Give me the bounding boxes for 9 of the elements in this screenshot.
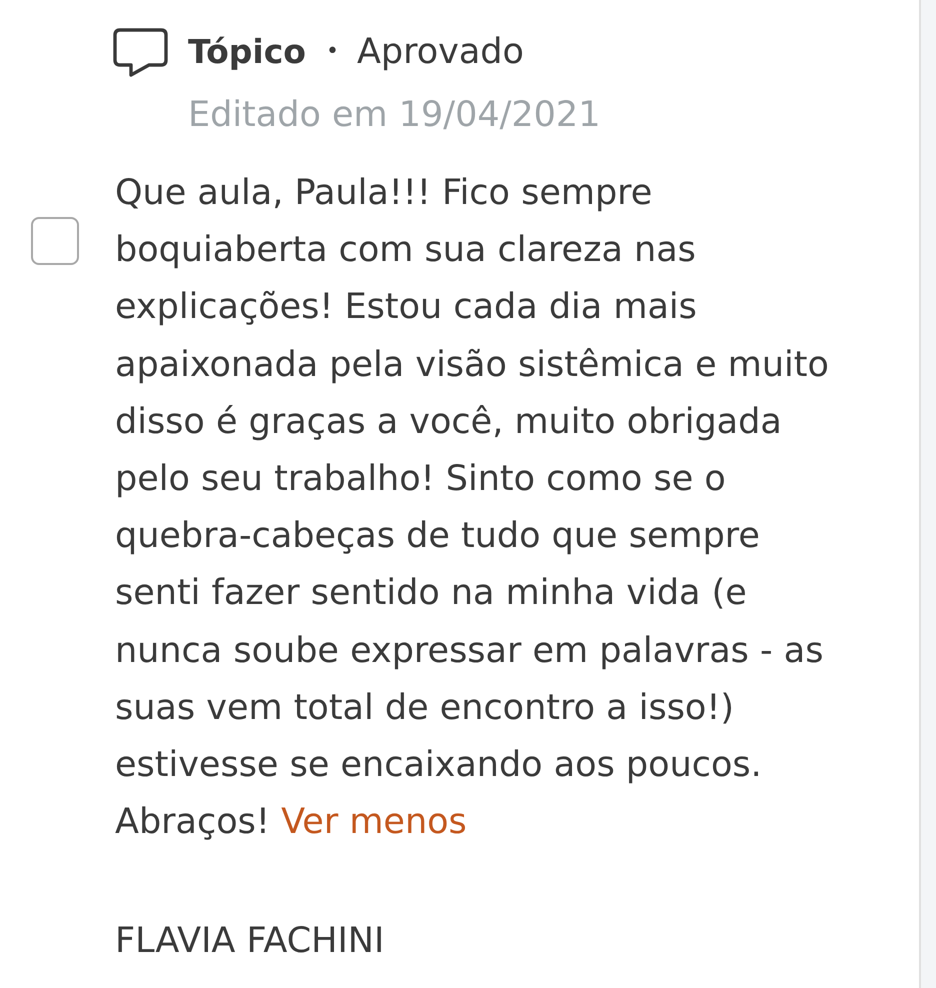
author-name: FLAVIA FACHINI bbox=[115, 920, 386, 964]
comment-text: Que aula, Paula!!! Fico sempre boquiaberta com sua clareza nas explicações! Estou cada dia mais apaixonada pela visão sistêmica e muito disso é graças a você, muito obrigada pelo seu trabalho! Sinto como se o quebra-cabeças de tudo que sempre senti fazer sentido na minha vida (e nunca soube expressar em palavras - as suas vem total de encontro a isso!) estivesse se encaixando aos poucos. Abraços! Ver menos bbox=[115, 172, 830, 844]
select-checkbox[interactable] bbox=[31, 217, 79, 265]
post-type: Tópico bbox=[188, 31, 306, 73]
speech-bubble-icon bbox=[113, 28, 168, 76]
post-status: Aprovado bbox=[356, 31, 524, 74]
edited-date: Editado em 19/04/2021 bbox=[188, 94, 602, 137]
see-less-link[interactable]: Ver menos bbox=[281, 802, 467, 842]
separator-dot: • bbox=[326, 38, 339, 66]
